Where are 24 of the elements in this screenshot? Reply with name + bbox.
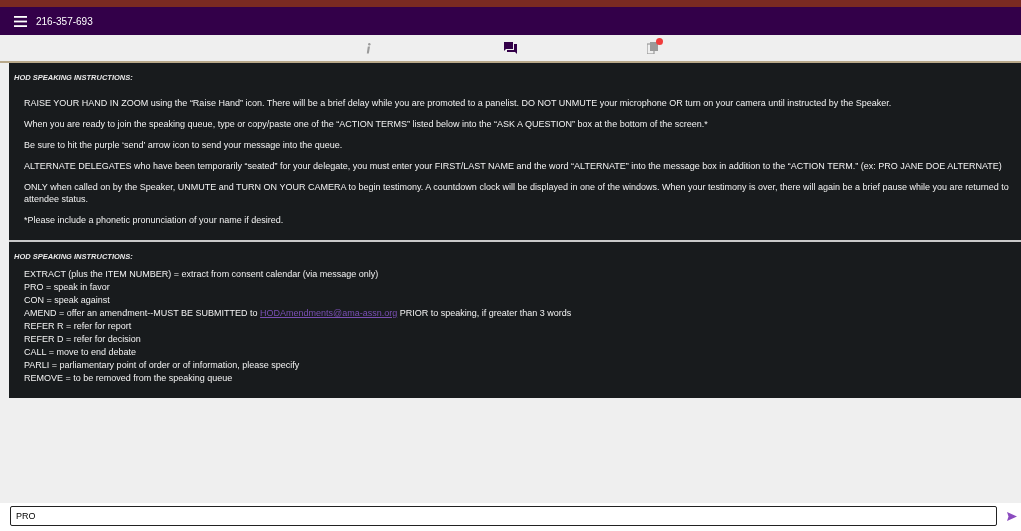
meeting-id: 216-357-693 (36, 15, 93, 27)
instruction-text: CON = speak against (23, 294, 111, 306)
documents-icon (647, 42, 658, 54)
info-icon (366, 42, 371, 54)
menu-icon (14, 15, 27, 27)
instruction-text: PARLI = parliamentary point of order or of information, please specify (23, 359, 301, 371)
instruction-text: REFER D = refer for decision (23, 333, 142, 345)
instruction-text: ONLY when called on by the Speaker, UNMUTE and TURN ON YOUR CAMERA to begin testimony. A countdown clock will be displayed in one of the windows. When your testimony is over, there will again be a brief pause while you are returned to attendee status. (23, 181, 1009, 205)
instruction-text: EXTRACT (plus the ITEM NUMBER) = extract from consent calendar (via message only) (23, 268, 380, 280)
instruction-text: CALL = move to end debate (23, 346, 137, 358)
menu-button[interactable] (14, 15, 27, 27)
instruction-text: AMEND = offer an amendment--MUST BE SUBMITTED to HODAmendments@ama-assn.org PRIOR to speaking, if greater than 3 words (23, 307, 573, 319)
instruction-text: REFER R = refer for report (23, 320, 133, 332)
instruction-text: *Please include a phonetic pronunciation of your name if desired. (23, 214, 285, 226)
instruction-text: REMOVE = to be removed from the speaking queue (23, 372, 234, 384)
message-input[interactable]: PRO (10, 506, 997, 526)
send-icon (1007, 511, 1017, 521)
instruction-text: Be sure to hit the purple ‘send’ arrow icon to send your message into the queue. (23, 139, 344, 151)
chat-icon (504, 42, 517, 54)
instruction-text: ALTERNATE DELEGATES who have been temporarily “seated” for your delegate, you must enter your FIRST/LAST NAME and the word “ALTERNATE” into the message box in addition to the “ACTION TERM.” (ex: PRO JANE DOE ALTERNATE) (23, 160, 1003, 172)
instruction-text: When you are ready to join the speaking queue, type or copy/paste one of the “ACTION TERMS” listed below into the “ASK A QUESTION” box at the bottom of the screen.* (23, 118, 709, 130)
instruction-text: RAISE YOUR HAND IN ZOOM using the “Raise Hand” icon. There will be a brief delay while you are promoted to a panelist. DO NOT UNMUTE your microphone OR turn on your camera until instructed by the Speaker. (23, 97, 893, 109)
instruction-text: PRO = speak in favor (23, 281, 111, 293)
send-button[interactable] (1007, 511, 1017, 521)
